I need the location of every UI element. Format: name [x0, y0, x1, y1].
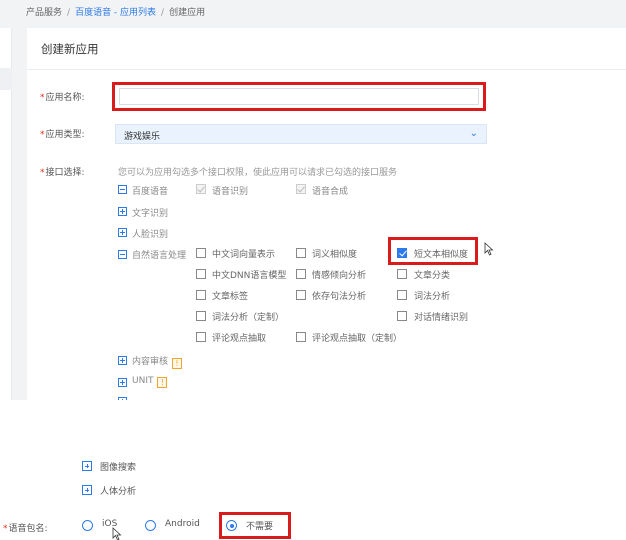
- expand-icon[interactable]: [118, 207, 127, 216]
- voice-package-label: *语音包名:: [3, 524, 48, 534]
- app-screenshot: 产品服务 / 百度语音 - 应用列表 / 创建应用 创建新应用 *应用名称: *应用类型…: [0, 0, 626, 400]
- group-nlp: 自然语言处理: [132, 251, 187, 261]
- app-type-select[interactable]: 游戏娱乐 ⌄: [115, 124, 487, 144]
- mouse-cursor-icon: [112, 527, 122, 540]
- group-unit: UNIT!: [132, 376, 168, 388]
- api-select-label: *接口选择:: [40, 168, 85, 178]
- checkbox-comment-opinion[interactable]: [196, 332, 206, 342]
- api-select-hint: 您可以为应用勾选多个接口权限，使此应用可以请求已勾选的接口服务: [118, 168, 398, 178]
- expand-icon[interactable]: [82, 485, 92, 495]
- comment-opinion-custom-label: 评论观点抽取（定制）: [312, 334, 403, 344]
- checkbox-lexical-custom[interactable]: [196, 311, 206, 321]
- mouse-cursor-icon: [484, 242, 494, 256]
- panel-title: 创建新应用: [27, 28, 626, 70]
- checkbox-speech-recognition: [196, 184, 206, 194]
- collapse-icon[interactable]: [118, 250, 127, 259]
- breadcrumb-current: 创建应用: [169, 8, 206, 18]
- lexical-custom-label: 词法分析（定制）: [212, 313, 285, 323]
- chevron-down-icon: ⌄: [469, 128, 478, 139]
- dependency-parse-label: 依存句法分析: [312, 292, 367, 302]
- group-body-analysis: 人体分析: [100, 487, 137, 497]
- word-embedding-label: 中文词向量表示: [212, 250, 276, 260]
- group-ocr: 文字识别: [132, 209, 169, 219]
- breadcrumb-parent-link[interactable]: 百度语音 - 应用列表: [75, 8, 156, 18]
- expand-icon[interactable]: [118, 228, 127, 237]
- radio-android-label: Android: [165, 519, 200, 529]
- app-name-label: *应用名称:: [40, 93, 85, 103]
- breadcrumb-root[interactable]: 产品服务: [26, 8, 62, 18]
- dnn-language-model-label: 中文DNN语言模型: [212, 271, 287, 281]
- app-type-value: 游戏娱乐: [124, 132, 161, 142]
- article-tags-label: 文章标签: [212, 292, 249, 302]
- sidebar-active-item[interactable]: [0, 68, 12, 90]
- screenshot-stage: 产品服务 / 百度语音 - 应用列表 / 创建应用 创建新应用 *应用名称: *应用类型…: [0, 0, 626, 540]
- warning-icon: !: [172, 358, 183, 369]
- expand-icon[interactable]: [82, 461, 92, 471]
- word-similarity-label: 词义相似度: [312, 250, 358, 260]
- dialog-emotion-label: 对话情绪识别: [414, 313, 469, 323]
- group-image-search: 图像搜索: [100, 463, 137, 473]
- checkbox-word-embedding[interactable]: [196, 248, 206, 258]
- group-baidu-speech: 百度语音: [132, 187, 169, 197]
- expand-icon[interactable]: [118, 397, 127, 400]
- checkbox-article-classify[interactable]: [397, 269, 407, 279]
- warning-icon: !: [157, 377, 168, 388]
- comment-opinion-label: 评论观点抽取: [212, 334, 267, 344]
- radio-android[interactable]: [145, 520, 156, 531]
- breadcrumb: 产品服务 / 百度语音 - 应用列表 / 创建应用: [26, 6, 205, 20]
- checkbox-lexical-analysis[interactable]: [397, 290, 407, 300]
- expand-icon[interactable]: [118, 356, 127, 365]
- breadcrumb-separator: /: [67, 8, 71, 18]
- checkbox-speech-synthesis: [296, 184, 306, 194]
- app-type-label: *应用类型:: [40, 130, 85, 140]
- not-needed-highlight: [219, 512, 291, 539]
- checkbox-article-tags[interactable]: [196, 290, 206, 300]
- speech-synthesis-label: 语音合成: [312, 187, 349, 197]
- radio-ios[interactable]: [82, 520, 93, 531]
- checkbox-dnn-language-model[interactable]: [196, 269, 206, 279]
- speech-recognition-label: 语音识别: [212, 187, 249, 197]
- group-content-review: 内容审核!: [132, 354, 183, 369]
- collapse-icon[interactable]: [118, 185, 127, 194]
- lexical-analysis-label: 词法分析: [414, 292, 451, 302]
- checkbox-word-similarity[interactable]: [296, 248, 306, 258]
- checkbox-sentiment[interactable]: [296, 269, 306, 279]
- checkbox-dialog-emotion[interactable]: [397, 311, 407, 321]
- app-name-highlight: [112, 82, 486, 111]
- breadcrumb-separator: /: [161, 8, 165, 18]
- left-sidebar-strip: [0, 28, 12, 400]
- checkbox-dependency-parse[interactable]: [296, 290, 306, 300]
- group-face: 人脸识别: [132, 230, 169, 240]
- sentiment-label: 情感倾向分析: [312, 271, 367, 281]
- expand-icon[interactable]: [118, 378, 127, 387]
- app-name-input[interactable]: [119, 88, 479, 105]
- checkbox-comment-opinion-custom[interactable]: [296, 332, 306, 342]
- short-text-similarity-highlight: [388, 237, 478, 265]
- article-classify-label: 文章分类: [414, 271, 451, 281]
